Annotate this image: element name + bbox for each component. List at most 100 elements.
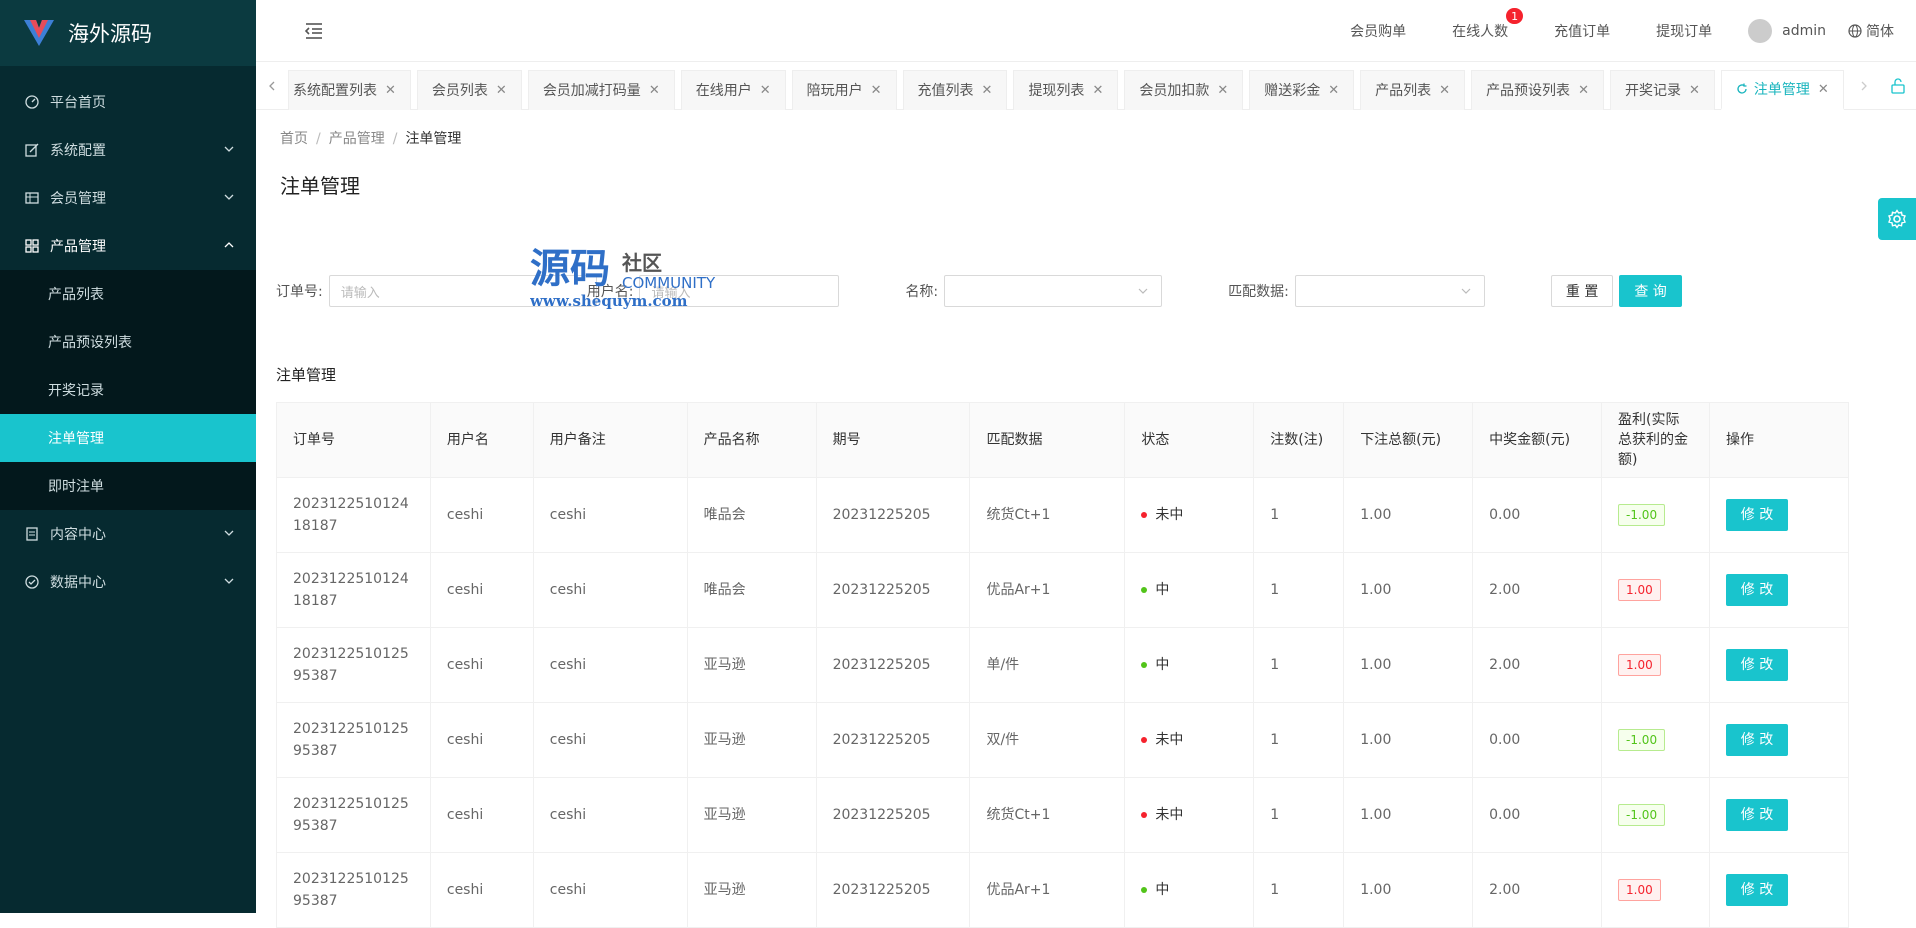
chevron-up-icon xyxy=(224,240,234,250)
close-icon[interactable]: ✕ xyxy=(1217,83,1228,98)
profit-cell: 1.00 xyxy=(1602,628,1710,703)
sidebar-item-draw-records[interactable]: 开奖记录 xyxy=(0,366,256,414)
profit-cell: -1.00 xyxy=(1602,478,1710,553)
tab-member-code[interactable]: 会员加减打码量✕ xyxy=(528,70,675,110)
period-cell: 20231225205 xyxy=(816,703,970,778)
tab-label: 注单管理 xyxy=(1754,79,1810,99)
edit-button[interactable]: 修 改 xyxy=(1726,799,1788,831)
edit-button[interactable]: 修 改 xyxy=(1726,649,1788,681)
breadcrumb-products[interactable]: 产品管理 xyxy=(329,131,385,147)
profit-tag: -1.00 xyxy=(1618,804,1665,826)
tab-member-balance[interactable]: 会员加扣款 ✕ xyxy=(1124,70,1243,110)
sidebar-item-system[interactable]: 系统配置 xyxy=(0,126,256,174)
online-users-link[interactable]: 在线人数 1 xyxy=(1452,21,1508,41)
product-name-cell: 亚马逊 xyxy=(687,703,816,778)
recharge-orders-link[interactable]: 充值订单 xyxy=(1554,21,1610,41)
breadcrumb-home[interactable]: 首页 xyxy=(280,131,308,147)
tabs-prev-button[interactable] xyxy=(256,62,288,110)
bet-total-cell: 1.00 xyxy=(1344,778,1473,853)
tabs-lock-button[interactable] xyxy=(1880,78,1916,94)
status-cell: 中 xyxy=(1125,853,1254,928)
edit-button[interactable]: 修 改 xyxy=(1726,574,1788,606)
close-icon[interactable]: ✕ xyxy=(649,83,660,98)
tab-recharge-list[interactable]: 充值列表✕ xyxy=(903,70,1008,110)
bets-table: 订单号 用户名 用户备注 产品名称 期号 匹配数据 状态 注数(注) 下注总额(… xyxy=(276,402,1849,928)
product-name-cell: 唯品会 xyxy=(687,478,816,553)
sidebar-item-label: 产品预设列表 xyxy=(48,332,132,352)
tab-product-preset[interactable]: 产品预设列表✕ xyxy=(1471,70,1604,110)
sidebar-item-product-preset[interactable]: 产品预设列表 xyxy=(0,318,256,366)
close-icon[interactable]: ✕ xyxy=(760,83,771,98)
period-cell: 20231225205 xyxy=(816,778,970,853)
tab-withdraw-list[interactable]: 提现列表 ✕ xyxy=(1013,70,1118,110)
table-row: 202312251012595387ceshiceshi亚马逊202312252… xyxy=(277,703,1849,778)
sidebar-item-bet-management[interactable]: 注单管理 xyxy=(0,414,256,462)
chevron-right-icon xyxy=(1859,81,1869,91)
tab-system-config[interactable]: 系统配置列表✕ xyxy=(288,70,411,110)
gear-icon xyxy=(1887,209,1907,229)
edit-button[interactable]: 修 改 xyxy=(1726,499,1788,531)
sidebar: 海外源码 平台首页 系统配置 会员管理 产品管理 xyxy=(0,0,256,913)
product-name-cell: 亚马逊 xyxy=(687,778,816,853)
user-note-cell: ceshi xyxy=(533,853,687,928)
status-dot-icon xyxy=(1141,512,1147,518)
query-button[interactable]: 查 询 xyxy=(1619,275,1681,307)
products-submenu: 产品列表 产品预设列表 开奖记录 注单管理 即时注单 xyxy=(0,270,256,510)
tab-bet-management[interactable]: 注单管理 ✕ xyxy=(1721,70,1844,110)
user-menu[interactable]: admin xyxy=(1748,19,1826,43)
close-icon[interactable]: ✕ xyxy=(1328,83,1339,98)
tabs-next-button[interactable] xyxy=(1848,62,1880,110)
action-cell: 修 改 xyxy=(1709,853,1848,928)
close-icon[interactable]: ✕ xyxy=(1689,83,1700,98)
close-icon[interactable]: ✕ xyxy=(385,83,396,98)
tab-draw-records[interactable]: 开奖记录✕ xyxy=(1610,70,1715,110)
sidebar-menu: 平台首页 系统配置 会员管理 产品管理 产品列表 xyxy=(0,78,256,606)
language-switcher[interactable]: 简体 xyxy=(1848,21,1894,41)
settings-button[interactable] xyxy=(1878,198,1916,240)
sidebar-item-data[interactable]: 数据中心 xyxy=(0,558,256,606)
match-select[interactable] xyxy=(1295,275,1485,307)
tab-label: 会员加扣款 xyxy=(1139,80,1209,100)
column-header: 操作 xyxy=(1709,403,1848,478)
watermark-main: 源码 xyxy=(530,246,610,292)
status-cell: 未中 xyxy=(1125,703,1254,778)
close-icon[interactable]: ✕ xyxy=(496,83,507,98)
sidebar-item-home[interactable]: 平台首页 xyxy=(0,78,256,126)
tab-companion-users[interactable]: 陪玩用户✕ xyxy=(792,70,897,110)
close-icon[interactable]: ✕ xyxy=(871,83,882,98)
tabs-bar: 系统配置列表✕ 会员列表✕ 会员加减打码量✕ 在线用户✕ 陪玩用户✕ 充值列表✕… xyxy=(256,62,1916,110)
sidebar-item-members[interactable]: 会员管理 xyxy=(0,174,256,222)
withdraw-orders-link[interactable]: 提现订单 xyxy=(1656,21,1712,41)
close-icon[interactable]: ✕ xyxy=(982,83,993,98)
match-label: 匹配数据: xyxy=(1228,281,1289,301)
tab-member-list[interactable]: 会员列表✕ xyxy=(417,70,522,110)
sidebar-item-label: 系统配置 xyxy=(50,140,106,160)
name-select[interactable] xyxy=(944,275,1162,307)
tab-label: 提现列表 xyxy=(1028,80,1084,100)
tab-bonus[interactable]: 赠送彩金✕ xyxy=(1249,70,1354,110)
period-cell: 20231225205 xyxy=(816,853,970,928)
sidebar-item-products[interactable]: 产品管理 xyxy=(0,222,256,270)
close-icon[interactable]: ✕ xyxy=(1818,82,1829,97)
menu-fold-icon[interactable] xyxy=(304,21,324,41)
close-icon[interactable]: ✕ xyxy=(1439,83,1450,98)
tab-product-list[interactable]: 产品列表✕ xyxy=(1360,70,1465,110)
close-icon[interactable]: ✕ xyxy=(1092,83,1103,98)
dashboard-icon xyxy=(24,94,40,110)
brand: 海外源码 xyxy=(0,0,256,66)
member-orders-link[interactable]: 会员购单 xyxy=(1350,21,1406,41)
sidebar-item-label: 内容中心 xyxy=(50,524,106,544)
table-row: 202312251012418187ceshiceshi唯品会202312252… xyxy=(277,478,1849,553)
edit-button[interactable]: 修 改 xyxy=(1726,724,1788,756)
sidebar-item-product-list[interactable]: 产品列表 xyxy=(0,270,256,318)
tab-online-users[interactable]: 在线用户✕ xyxy=(681,70,786,110)
sidebar-item-instant-bets[interactable]: 即时注单 xyxy=(0,462,256,510)
column-header: 状态 xyxy=(1125,403,1254,478)
close-icon[interactable]: ✕ xyxy=(1578,83,1589,98)
tabs: 系统配置列表✕ 会员列表✕ 会员加减打码量✕ 在线用户✕ 陪玩用户✕ 充值列表✕… xyxy=(288,62,1848,110)
match-data-cell: 单/件 xyxy=(970,628,1125,703)
edit-button[interactable]: 修 改 xyxy=(1726,874,1788,906)
avatar xyxy=(1748,19,1772,43)
reset-button[interactable]: 重 置 xyxy=(1551,275,1613,307)
sidebar-item-content[interactable]: 内容中心 xyxy=(0,510,256,558)
